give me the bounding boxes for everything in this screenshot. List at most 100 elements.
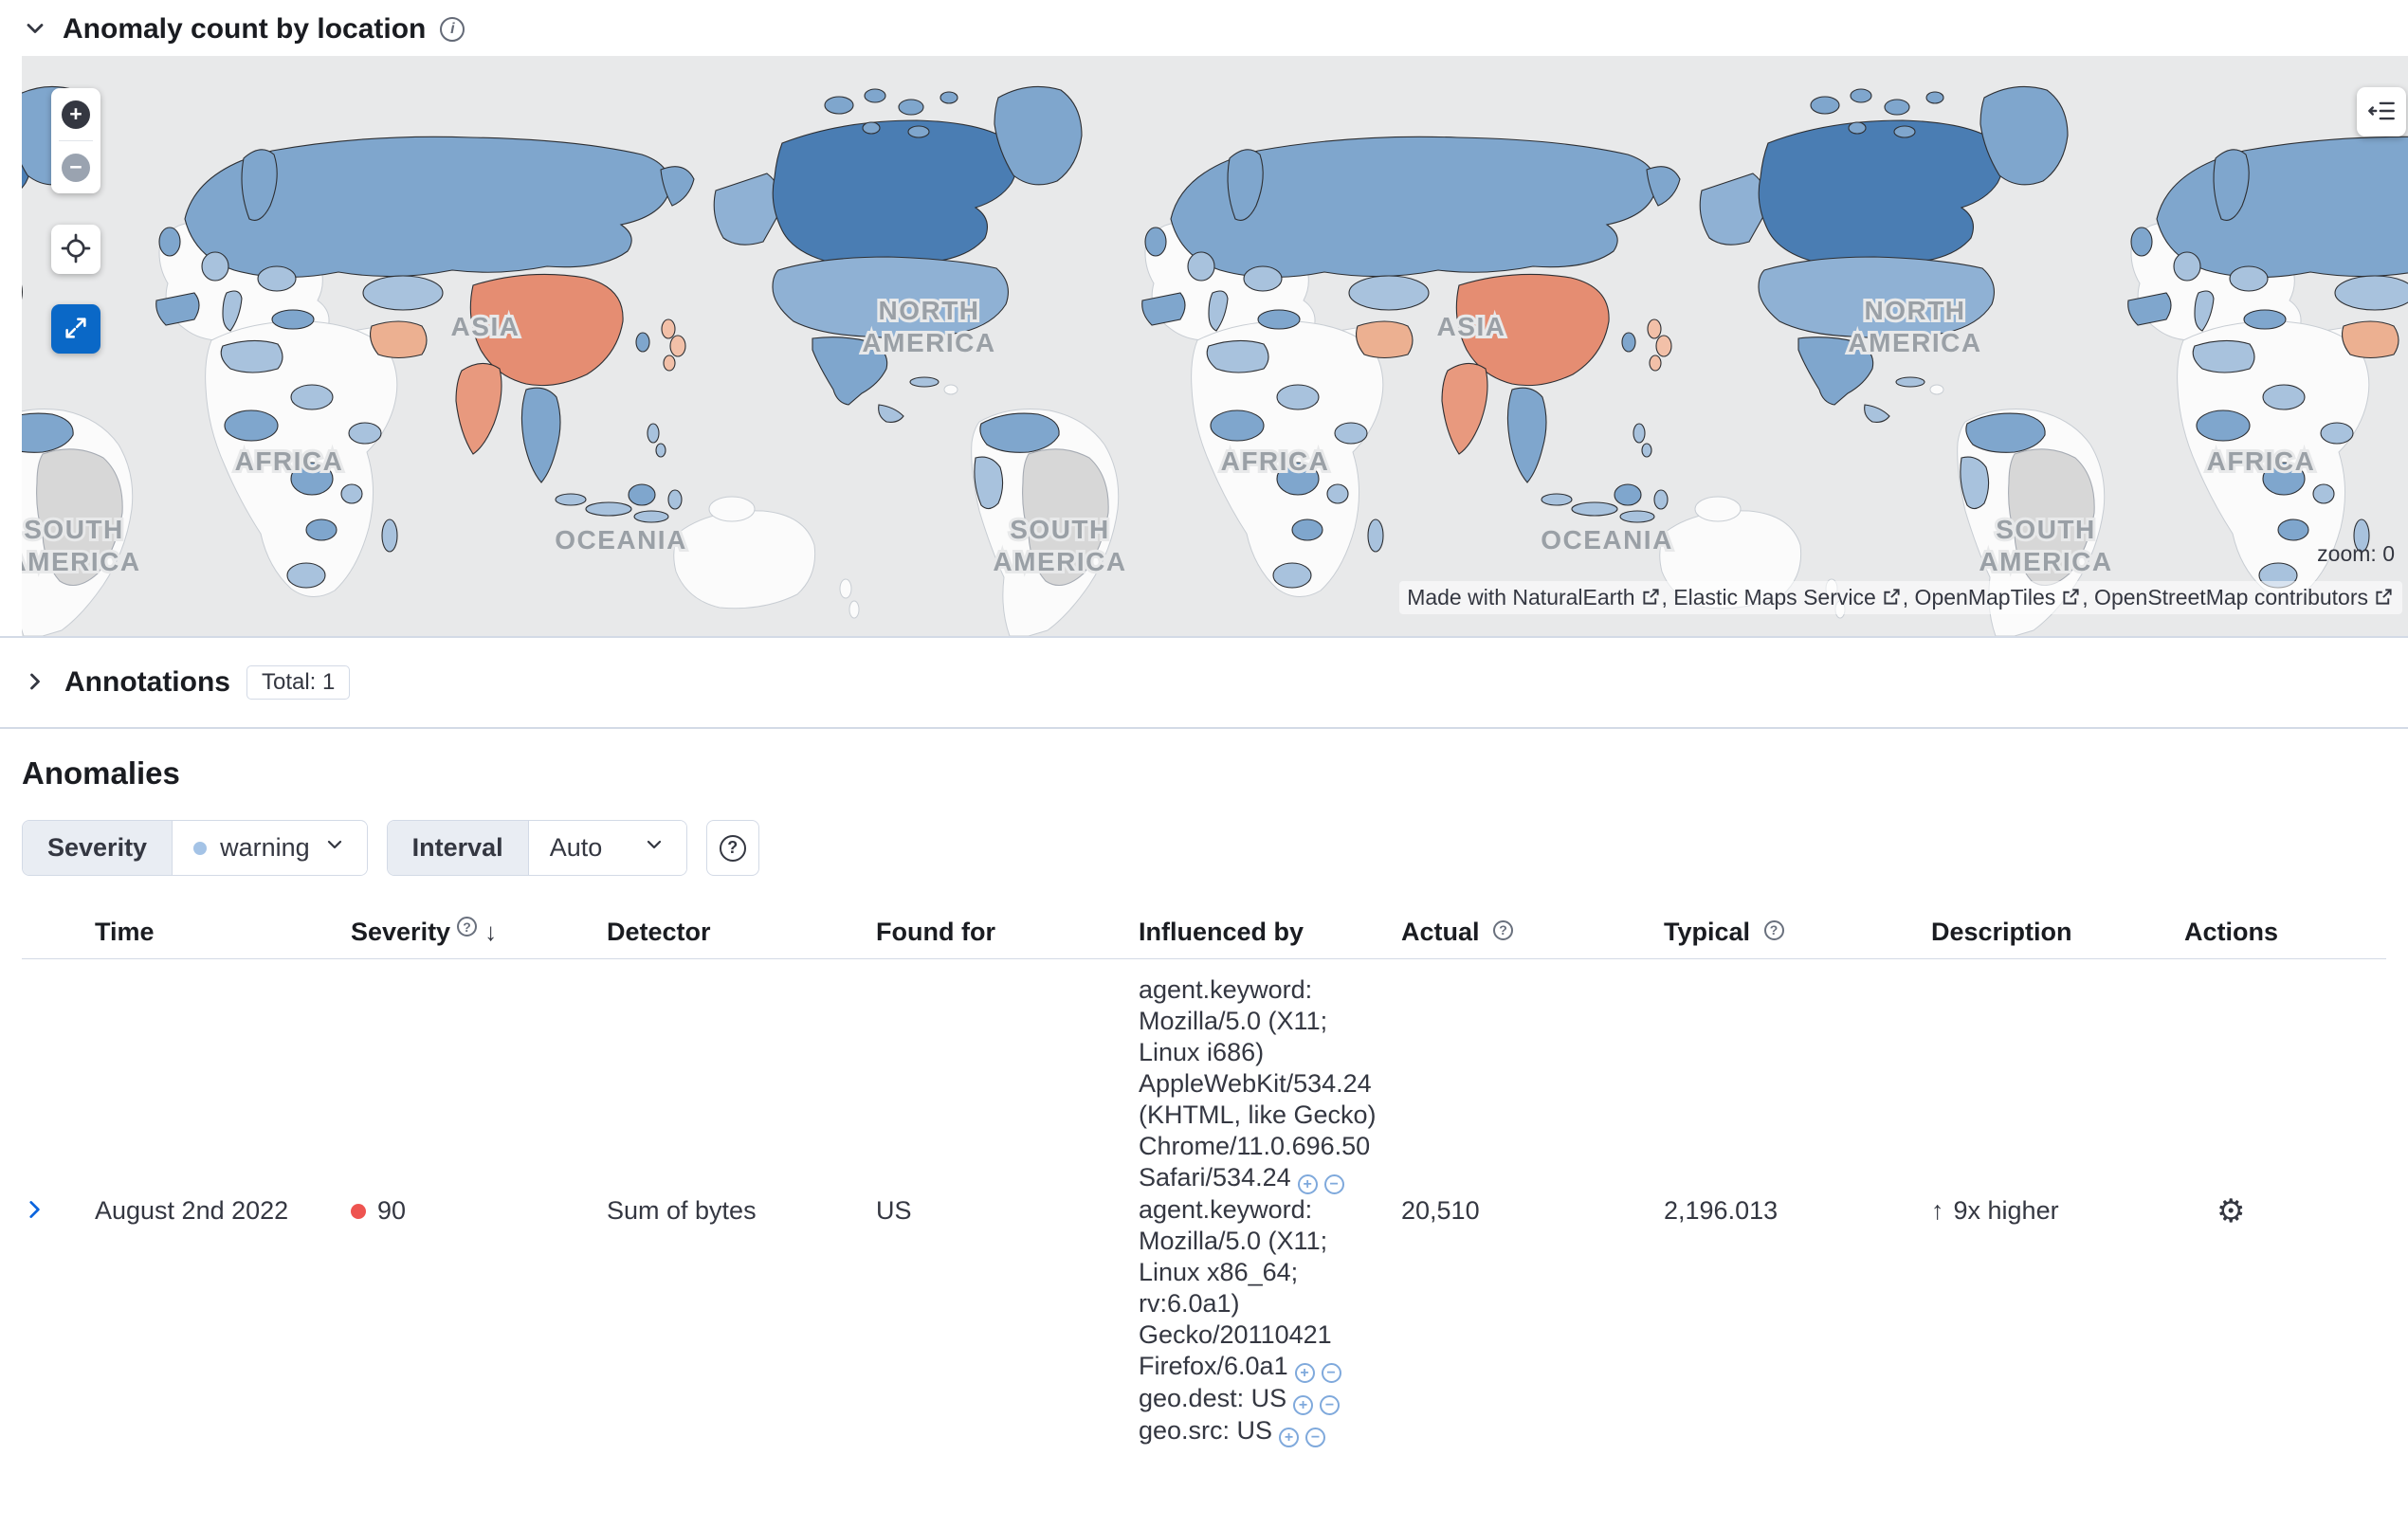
info-icon[interactable]: i <box>440 17 465 42</box>
question-icon: ? <box>1493 919 1514 940</box>
anomaly-table-row: August 2nd 2022 90 Sum of bytes US agent… <box>22 959 2386 1447</box>
chevron-right-icon <box>22 668 48 698</box>
attribution-text: Made with NaturalEarth <box>1407 585 1635 609</box>
annotations-total-badge: Total: 1 <box>246 665 351 700</box>
col-header-detector: Detector <box>607 918 711 946</box>
map-fit-to-data-button[interactable] <box>51 225 100 274</box>
chevron-down-icon <box>643 833 666 863</box>
interval-selected-value: Auto <box>549 833 603 862</box>
remove-filter-icon[interactable]: − <box>1323 1174 1344 1194</box>
row-expand-cell <box>22 1197 95 1225</box>
attribution-link[interactable]: , OpenStreetMap contributors <box>2082 584 2395 611</box>
map-panel-header: Anomaly count by location i <box>0 0 2408 56</box>
chevron-right-icon <box>22 1197 46 1225</box>
influencer-value: geo.src: US <box>1139 1416 1273 1445</box>
cell-actions: ⚙ <box>2184 1194 2386 1228</box>
severity-score: 90 <box>377 1196 407 1225</box>
question-icon: ? <box>457 917 478 937</box>
add-filter-icon[interactable]: + <box>1279 1428 1300 1447</box>
cell-detector: Sum of bytes <box>607 1196 757 1225</box>
arrow-up-icon: ↑ <box>1931 1196 1944 1225</box>
attribution-link[interactable]: , Elastic Maps Service <box>1662 584 1903 611</box>
geo-label-africa: AFRICA <box>235 446 344 476</box>
row-actions-button[interactable]: ⚙ <box>2211 1194 2251 1228</box>
remove-filter-icon[interactable]: − <box>1320 1395 1341 1415</box>
add-filter-icon[interactable]: + <box>1297 1174 1318 1194</box>
influencer-value: geo.dest: US <box>1139 1384 1287 1412</box>
map-panel-collapse-button[interactable] <box>22 15 48 45</box>
row-expand-button[interactable] <box>22 1197 46 1225</box>
interval-filter-label: Interval <box>387 821 529 875</box>
remove-filter-icon[interactable]: − <box>1305 1428 1326 1447</box>
cell-actual: 20,510 <box>1401 1196 1480 1225</box>
anomaly-map[interactable]: ASIA NORTH AMERICA AFRICA OCEANIA SOUTH … <box>22 56 2408 636</box>
geo-label-south-america-2: AMERICA <box>993 547 1126 576</box>
add-filter-icon[interactable]: + <box>1293 1395 1314 1415</box>
map-attribution: Made with NaturalEarth , Elastic Maps Se… <box>1399 581 2402 614</box>
sort-desc-icon: ↓ <box>484 918 498 946</box>
add-filter-icon[interactable]: + <box>1294 1363 1315 1383</box>
world-map-canvas: ASIA NORTH AMERICA AFRICA OCEANIA SOUTH … <box>22 56 2408 636</box>
map-zoom-in-button[interactable]: + <box>51 88 100 140</box>
influencer-value: agent.keyword: Mozilla/5.0 (X11; Linux i… <box>1139 975 1377 1191</box>
remove-filter-icon[interactable]: − <box>1321 1363 1341 1383</box>
chevron-down-icon <box>22 15 48 45</box>
severity-select[interactable]: warning <box>173 821 367 875</box>
interval-help-button[interactable]: ? <box>705 820 759 876</box>
external-link-icon <box>1642 586 1660 611</box>
actual-header-label: Actual <box>1401 918 1480 946</box>
attribution-text: , OpenMapTiles <box>1902 585 2056 609</box>
map-zoom-controls: + − <box>51 88 100 193</box>
annotations-title: Annotations <box>64 666 230 698</box>
map-fullscreen-button[interactable] <box>51 304 100 354</box>
anomalies-filters: Severity warning Interval Auto ? <box>22 820 2386 876</box>
col-header-actions: Actions <box>2184 918 2279 946</box>
crosshair-icon <box>61 233 91 266</box>
influencer-value: agent.keyword: Mozilla/5.0 (X11; Linux x… <box>1139 1195 1332 1380</box>
expand-icon <box>63 315 89 344</box>
geo-label-north-america-2: AMERICA <box>862 328 995 357</box>
influencers-list: agent.keyword: Mozilla/5.0 (X11; Linux i… <box>1139 974 1378 1447</box>
geo-label-oceania: OCEANIA <box>555 525 687 555</box>
anomaly-explorer-page: Anomaly count by location i ASIA NORTH A… <box>0 0 2408 1528</box>
annotations-expand-button[interactable] <box>22 668 48 698</box>
map-legend-toggle-button[interactable] <box>2357 87 2406 136</box>
severity-sort-button[interactable]: Severity ? ↓ <box>351 917 498 947</box>
zoom-in-icon: + <box>62 100 90 129</box>
cell-found-for: US <box>876 1196 912 1225</box>
gear-icon: ⚙ <box>2216 1192 2246 1229</box>
chevron-down-icon <box>323 833 346 863</box>
cell-influenced-by: agent.keyword: Mozilla/5.0 (X11; Linux i… <box>1139 974 1401 1447</box>
attribution-link[interactable]: Made with NaturalEarth <box>1407 584 1661 611</box>
typical-header-label: Typical <box>1664 918 1751 946</box>
attribution-text: , OpenStreetMap contributors <box>2082 585 2368 609</box>
col-header-time: Time <box>95 918 155 946</box>
interval-filter-group: Interval Auto <box>386 820 687 876</box>
col-header-actual: Actual ? <box>1401 918 1664 947</box>
cell-typical: 2,196.013 <box>1664 1196 1779 1225</box>
attribution-text: , Elastic Maps Service <box>1661 585 1876 609</box>
description-text: 9x higher <box>1953 1196 2059 1225</box>
map-zoom-out-button[interactable]: − <box>51 141 100 193</box>
anomalies-table: Time Severity ? ↓ Detector Found for Inf… <box>22 917 2386 1447</box>
cell-severity: 90 <box>351 1196 607 1226</box>
geo-label-asia: ASIA <box>451 312 520 341</box>
map-panel-title: Anomaly count by location <box>63 13 427 45</box>
zoom-out-icon: − <box>62 153 90 182</box>
anomalies-section: Anomalies Severity warning Interval Auto <box>0 755 2408 1447</box>
col-header-severity: Severity ? ↓ <box>351 917 607 947</box>
col-header-typical: Typical ? <box>1664 918 1931 947</box>
map-zoom-level: zoom: 0 <box>2317 541 2395 566</box>
severity-header-label: Severity <box>351 918 451 946</box>
interval-select[interactable]: Auto <box>528 821 686 875</box>
question-icon: ? <box>1763 919 1784 940</box>
col-header-influenced-by: Influenced by <box>1139 918 1304 946</box>
critical-severity-dot-icon <box>351 1203 366 1219</box>
external-link-icon <box>2375 586 2393 611</box>
severity-selected-value: warning <box>220 833 310 862</box>
cell-time: August 2nd 2022 <box>95 1196 289 1225</box>
question-icon: ? <box>719 834 746 862</box>
attribution-link[interactable]: , OpenMapTiles <box>1903 584 2083 611</box>
col-header-found-for: Found for <box>876 918 995 946</box>
warning-severity-dot-icon <box>193 841 208 855</box>
